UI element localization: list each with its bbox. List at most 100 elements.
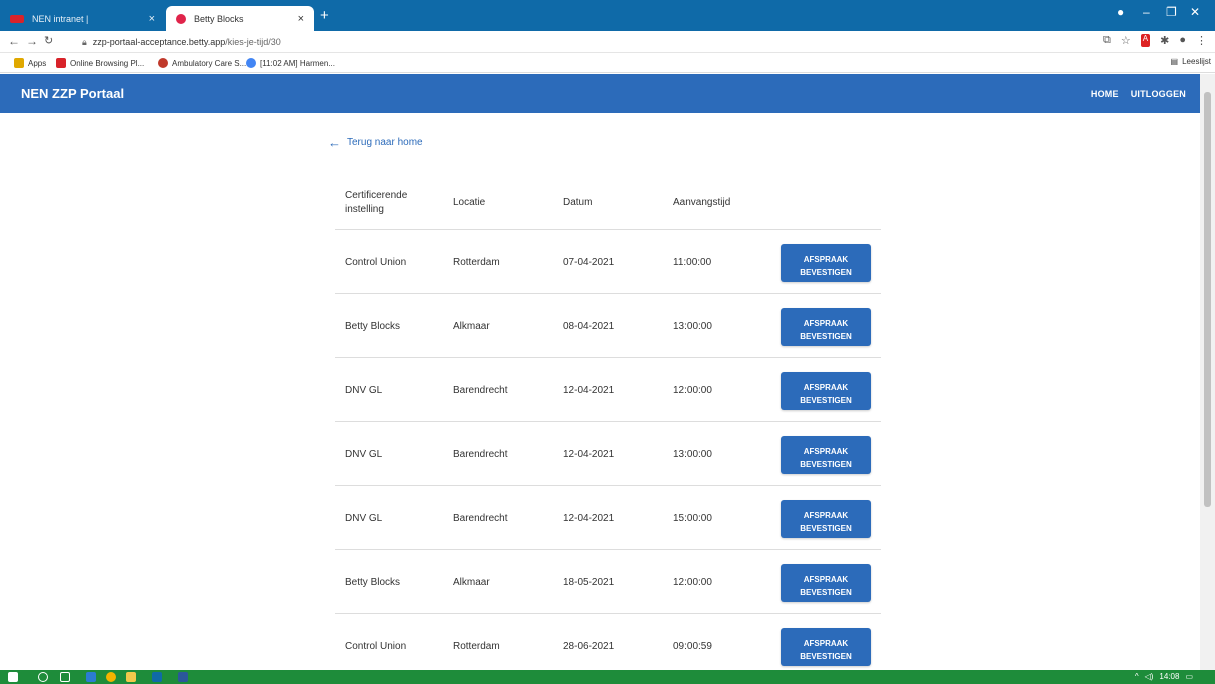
word-icon[interactable] (178, 672, 188, 682)
chevron-up-icon[interactable]: ^ (1135, 672, 1139, 681)
reading-list[interactable]: ▤ Leeslijst (1171, 57, 1211, 66)
translate-icon[interactable]: ⧉ (1103, 34, 1111, 47)
cell-datum: 12-04-2021 (563, 449, 615, 460)
close-tab-icon[interactable]: × (149, 13, 155, 25)
bookmark-online-browsing[interactable]: Online Browsing Pl... (56, 58, 144, 68)
outlook-icon[interactable] (152, 672, 162, 682)
confirm-appointment-button[interactable]: AFSPRAAK BEVESTIGEN (781, 628, 871, 666)
header-locatie: Locatie (453, 197, 486, 208)
tab-title: NEN intranet | (32, 13, 89, 24)
cell-instelling: Betty Blocks (345, 577, 401, 588)
header-nav: HOME UITLOGGEN (1091, 89, 1186, 99)
tab-betty-blocks[interactable]: Betty Blocks × (166, 6, 314, 31)
confirm-appointment-button[interactable]: AFSPRAAK BEVESTIGEN (781, 372, 871, 410)
cell-locatie: Alkmaar (453, 577, 490, 588)
confirm-appointment-button[interactable]: AFSPRAAK BEVESTIGEN (781, 436, 871, 474)
cell-tijd: 15:00:00 (673, 513, 712, 524)
close-tab-icon[interactable]: × (298, 13, 304, 25)
google-icon (246, 58, 256, 68)
cell-locatie: Rotterdam (453, 257, 500, 268)
bookmark-favicon-icon (158, 58, 168, 68)
extension-icons: ⧉ ☆ A ✱ ● ⋮ (1103, 34, 1207, 47)
app-title: NEN ZZP Portaal (21, 86, 125, 101)
cell-instelling: Betty Blocks (345, 321, 401, 332)
bookmark-ambulatory-care[interactable]: Ambulatory Care S... (158, 58, 246, 68)
confirm-appointment-button[interactable]: AFSPRAAK BEVESTIGEN (781, 564, 871, 602)
confirm-appointment-button[interactable]: AFSPRAAK BEVESTIGEN (781, 500, 871, 538)
page-scrollbar[interactable] (1200, 74, 1215, 670)
header-aanvangstijd: Aanvangstijd (673, 197, 731, 208)
tab-title: Betty Blocks (194, 13, 244, 24)
bookmark-harmen[interactable]: [11:02 AM] Harmen... (246, 58, 335, 68)
scrollbar-thumb[interactable] (1204, 92, 1211, 507)
bookmarks-bar: Apps Online Browsing Pl... Ambulatory Ca… (0, 53, 1215, 73)
reading-list-icon: ▤ (1170, 57, 1179, 66)
home-link[interactable]: HOME (1091, 89, 1119, 99)
search-icon[interactable] (38, 672, 48, 682)
cell-instelling: Control Union (345, 641, 407, 652)
cell-locatie: Barendrecht (453, 449, 508, 460)
edge-icon[interactable] (86, 672, 96, 682)
task-view-icon[interactable] (60, 672, 70, 682)
bookmark-label: Online Browsing Pl... (70, 58, 145, 68)
close-window-icon[interactable]: ✕ (1190, 5, 1200, 19)
back-icon[interactable]: ← (8, 34, 20, 48)
menu-kebab-icon[interactable]: ⋮ (1196, 34, 1207, 47)
maximize-icon[interactable]: ❐ (1166, 5, 1177, 19)
bookmark-favicon-icon (56, 58, 66, 68)
cell-datum: 12-04-2021 (563, 513, 615, 524)
file-explorer-icon[interactable] (126, 672, 136, 682)
windows-start-icon[interactable] (8, 672, 18, 682)
browser-tabstrip: NEN intranet | × Betty Blocks × + ● – ❐ … (0, 0, 1215, 31)
star-icon[interactable]: ☆ (1121, 34, 1131, 47)
table-row: Betty Blocks Alkmaar 08-04-2021 13:00:00 AFS… (335, 294, 881, 358)
system-tray: ^ ◁) 14:08 ▭ (1135, 672, 1193, 681)
lock-icon: 🔒︎ (82, 36, 87, 47)
table-row: DNV GL Barendrecht 12-04-2021 12:00:00 AFSPR… (335, 358, 881, 422)
notifications-icon[interactable]: ▭ (1185, 672, 1193, 681)
logout-link[interactable]: UITLOGGEN (1131, 89, 1186, 99)
confirm-appointment-button[interactable]: AFSPRAAK BEVESTIGEN (781, 244, 871, 282)
cell-tijd: 11:00:00 (673, 257, 712, 268)
cell-tijd: 13:00:00 (673, 449, 712, 460)
minimize-icon[interactable]: – (1143, 5, 1150, 19)
url-path: /kies-je-tijd/30 (225, 37, 281, 47)
cell-datum: 08-04-2021 (563, 321, 615, 332)
forward-icon[interactable]: → (26, 34, 38, 48)
appointments-table: Certificerende instelling Locatie Datum … (335, 180, 881, 678)
pdf-extension-icon[interactable]: A (1140, 34, 1151, 47)
reading-list-label: Leeslijst (1182, 57, 1211, 66)
volume-icon[interactable]: ◁) (1145, 672, 1154, 681)
header-datum: Datum (563, 197, 593, 208)
table-row: Betty Blocks Alkmaar 18-05-2021 12:00:00 AFS… (335, 550, 881, 614)
url-host: zzp-portaal-acceptance.betty.app (92, 37, 226, 47)
confirm-appointment-button[interactable]: AFSPRAAK BEVESTIGEN (781, 308, 871, 346)
nen-favicon-icon (10, 14, 24, 23)
app-header: NEN ZZP Portaal HOME UITLOGGEN (0, 74, 1200, 113)
reload-icon[interactable]: ↻ (44, 34, 53, 47)
betty-blocks-favicon-icon (176, 13, 186, 24)
cell-datum: 07-04-2021 (563, 257, 615, 268)
chrome-icon[interactable] (106, 672, 116, 682)
cell-locatie: Alkmaar (453, 321, 490, 332)
clock[interactable]: 14:08 (1159, 672, 1179, 681)
table-body: Control Union Rotterdam 07-04-2021 11:00:00… (335, 230, 881, 678)
table-header: Certificerende instelling Locatie Datum … (335, 180, 881, 230)
cell-datum: 18-05-2021 (563, 577, 615, 588)
bookmark-apps[interactable]: Apps (14, 58, 46, 68)
table-row: Control Union Rotterdam 28-06-2021 09:00:59… (335, 614, 881, 678)
table-row: DNV GL Barendrecht 12-04-2021 13:00:00 AFSPR… (335, 422, 881, 486)
back-to-home-link[interactable]: ← Terug naar home (328, 135, 423, 150)
new-tab-button[interactable]: + (320, 7, 329, 24)
extensions-puzzle-icon[interactable]: ✱ (1160, 34, 1169, 47)
windows-taskbar: ^ ◁) 14:08 ▭ (0, 670, 1215, 684)
profile-icon[interactable]: ● (1179, 34, 1186, 47)
profile-dot-icon[interactable]: ● (1117, 5, 1124, 19)
cell-tijd: 09:00:59 (673, 641, 712, 652)
cell-tijd: 12:00:00 (673, 385, 712, 396)
tab-nen-intranet[interactable]: NEN intranet | × (0, 6, 165, 31)
cell-locatie: Barendrecht (453, 385, 508, 396)
address-bar[interactable]: 🔒︎ zzp-portaal-acceptance.betty.app /kie… (82, 33, 1082, 51)
cell-instelling: Control Union (345, 257, 407, 268)
bookmark-label: Apps (28, 58, 47, 68)
